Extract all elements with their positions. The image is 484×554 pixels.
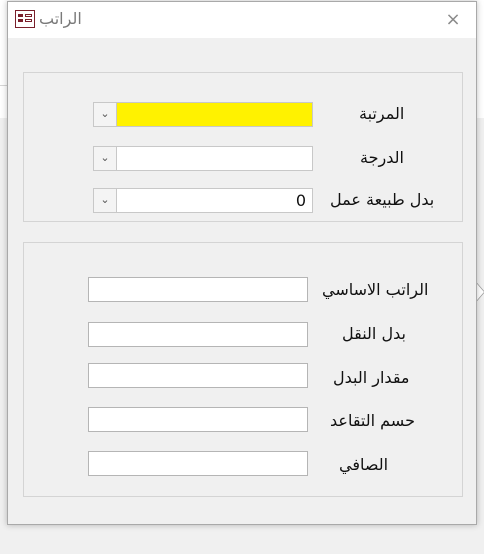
retirement-deduction-field[interactable] <box>88 407 308 432</box>
degree-label: الدرجة <box>360 148 404 167</box>
rank-label: المرتبة <box>359 104 405 123</box>
salary-form-window: الراتب × المرتبة ⌄ الدرجة ⌄ بدل طبيعة عم… <box>7 1 477 525</box>
retirement-deduction-label: حسم التقاعد <box>330 411 415 430</box>
chevron-down-icon[interactable]: ⌄ <box>94 189 117 212</box>
work-nature-allowance-label: بدل طبيعة عمل <box>330 190 435 209</box>
allowance-amount-label: مقدار البدل <box>333 368 410 387</box>
window-title: الراتب <box>39 9 82 28</box>
chevron-down-icon[interactable]: ⌄ <box>94 103 117 126</box>
transport-allowance-field[interactable] <box>88 322 308 347</box>
work-nature-allowance-value: 0 <box>295 191 306 210</box>
basic-salary-field[interactable] <box>88 277 308 302</box>
work-nature-allowance-combo[interactable]: ⌄ 0 <box>93 188 313 213</box>
form-icon <box>15 10 35 28</box>
close-icon: × <box>445 9 461 30</box>
net-salary-field[interactable] <box>88 451 308 476</box>
rank-combo[interactable]: ⌄ <box>93 102 313 127</box>
close-button[interactable]: × <box>438 6 468 34</box>
basic-salary-label: الراتب الاساسي <box>322 280 429 299</box>
degree-combo[interactable]: ⌄ <box>93 146 313 171</box>
allowance-amount-field[interactable] <box>88 363 308 388</box>
title-bar[interactable]: الراتب × <box>8 2 476 38</box>
transport-allowance-label: بدل النقل <box>342 324 406 343</box>
chevron-down-icon[interactable]: ⌄ <box>94 147 117 170</box>
net-salary-label: الصافي <box>339 455 389 474</box>
